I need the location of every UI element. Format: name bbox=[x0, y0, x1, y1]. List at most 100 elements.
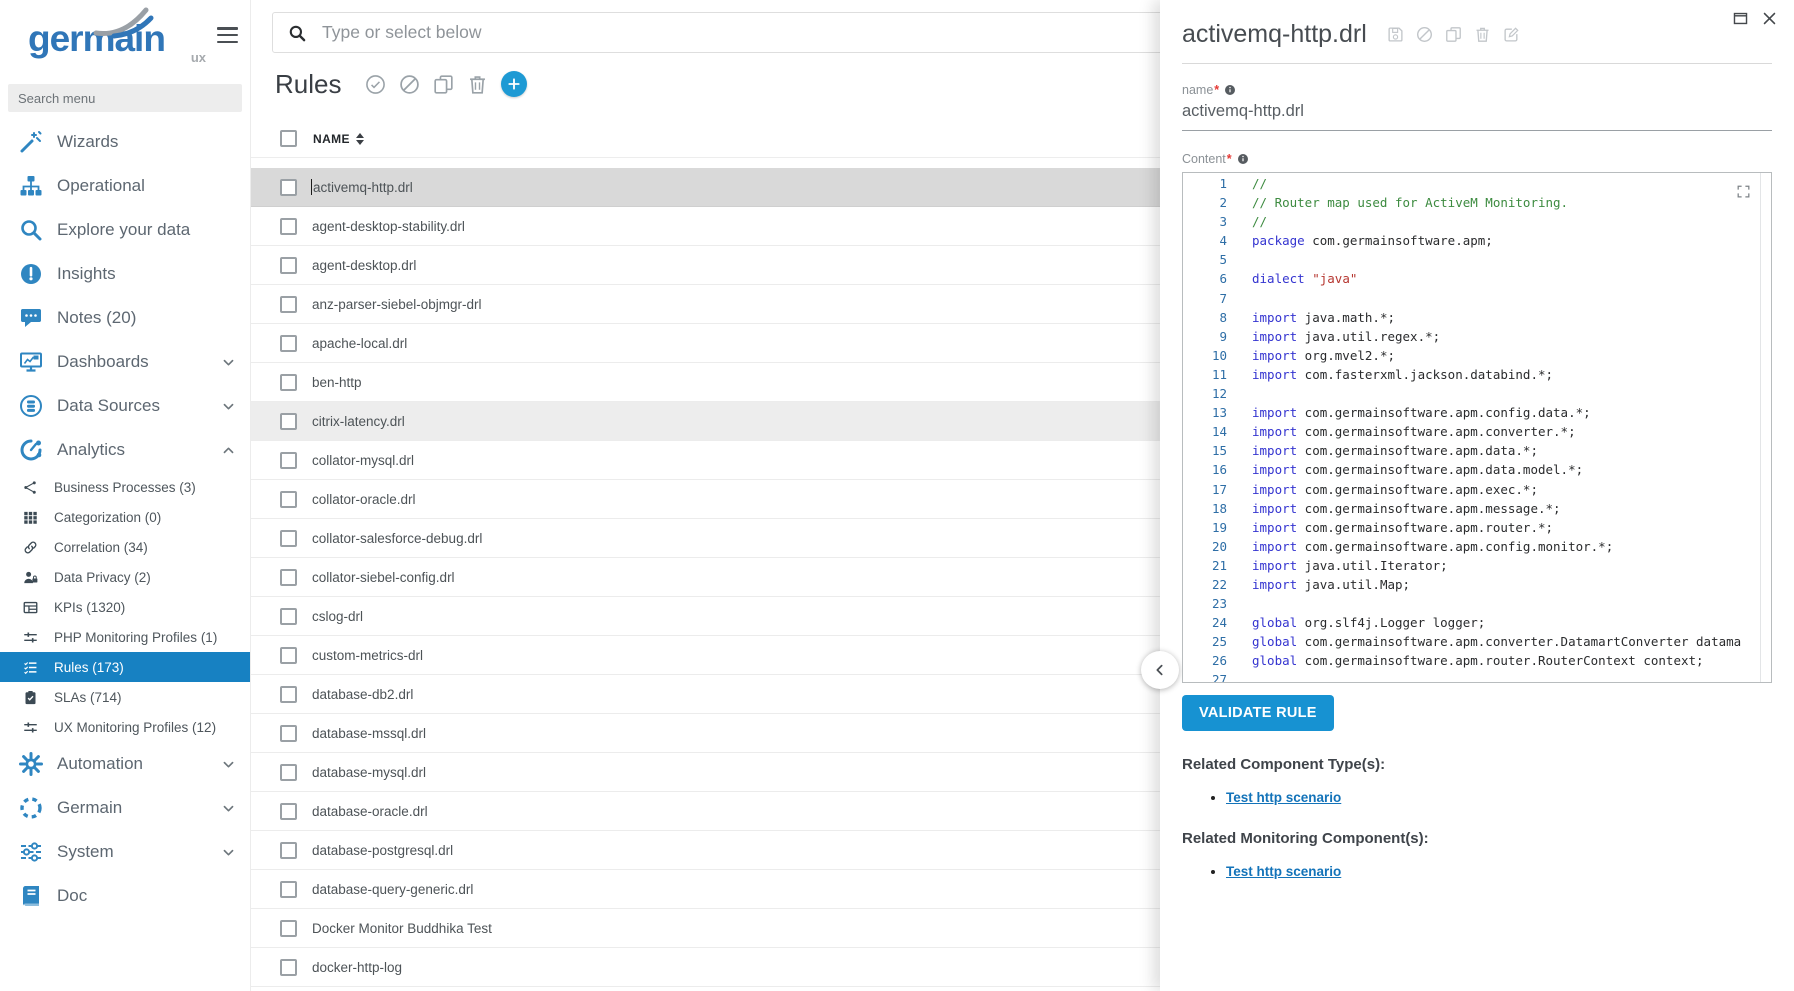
rules-toolbar: Rules bbox=[275, 66, 527, 102]
sidebar-item-categorization[interactable]: Categorization (0) bbox=[0, 502, 250, 532]
sidebar-item-php-monitoring-profiles[interactable]: PHP Monitoring Profiles (1) bbox=[0, 622, 250, 652]
close-panel-button[interactable] bbox=[1761, 10, 1778, 27]
rule-name: anz-parser-siebel-objmgr-drl bbox=[312, 297, 482, 312]
row-checkbox[interactable] bbox=[280, 491, 297, 508]
rule-name: database-postgresql.drl bbox=[312, 843, 453, 858]
sidebar-item-data-privacy[interactable]: Data Privacy (2) bbox=[0, 562, 250, 592]
row-checkbox[interactable] bbox=[280, 452, 297, 469]
sidebar-item-business-processes[interactable]: Business Processes (3) bbox=[0, 472, 250, 502]
rule-name: database-mssql.drl bbox=[312, 726, 426, 741]
sitemap-icon bbox=[18, 173, 44, 199]
row-checkbox[interactable] bbox=[280, 842, 297, 859]
sliders-icon bbox=[22, 629, 38, 645]
name-column-header[interactable]: NAME bbox=[313, 132, 350, 146]
row-checkbox[interactable] bbox=[280, 764, 297, 781]
sidebar-item-kpis[interactable]: KPIs (1320) bbox=[0, 592, 250, 622]
sidebar-item-slas[interactable]: SLAs (714) bbox=[0, 682, 250, 712]
maximize-panel-button[interactable] bbox=[1732, 10, 1749, 27]
save-button[interactable] bbox=[1387, 26, 1404, 43]
sidebar-item-insights[interactable]: Insights bbox=[0, 252, 250, 296]
disable-button[interactable] bbox=[399, 74, 420, 95]
sidebar-item-automation[interactable]: Automation bbox=[0, 742, 250, 786]
info-icon bbox=[1237, 153, 1249, 165]
rule-title: activemq-http.drl bbox=[1182, 18, 1367, 50]
row-checkbox[interactable] bbox=[280, 569, 297, 586]
rule-name: agent-desktop.drl bbox=[312, 258, 416, 273]
rules-search-input[interactable] bbox=[320, 21, 1024, 44]
disable-button[interactable] bbox=[1416, 26, 1433, 43]
duplicate-button[interactable] bbox=[1445, 26, 1462, 43]
related-component-types-heading: Related Component Type(s): bbox=[1182, 756, 1772, 773]
related-monitoring-link[interactable]: Test http scenario bbox=[1226, 864, 1341, 879]
check-circle-button[interactable] bbox=[365, 74, 386, 95]
rule-name: collator-oracle.drl bbox=[312, 492, 416, 507]
hamburger-menu-icon[interactable] bbox=[217, 27, 238, 47]
row-checkbox[interactable] bbox=[280, 296, 297, 313]
select-all-checkbox[interactable] bbox=[280, 130, 297, 147]
gear-icon bbox=[18, 751, 44, 777]
sidebar-item-correlation[interactable]: Correlation (34) bbox=[0, 532, 250, 562]
sidebar-item-rules[interactable]: Rules (173) bbox=[0, 652, 250, 682]
sidebar-nav: Wizards Operational Explore your data bbox=[0, 120, 250, 918]
collapse-panel-button[interactable] bbox=[1141, 651, 1179, 689]
row-checkbox[interactable] bbox=[280, 920, 297, 937]
rule-name: activemq-http.drl bbox=[313, 180, 413, 195]
row-checkbox[interactable] bbox=[280, 959, 297, 976]
delete-button[interactable] bbox=[467, 74, 488, 95]
sidebar-item-label: Data Sources bbox=[57, 396, 160, 416]
system-sliders-icon bbox=[18, 839, 44, 865]
row-checkbox[interactable] bbox=[280, 647, 297, 664]
rule-name: custom-metrics-drl bbox=[312, 648, 423, 663]
sidebar-item-label: PHP Monitoring Profiles (1) bbox=[54, 630, 217, 645]
sidebar-item-label: Dashboards bbox=[57, 352, 149, 372]
row-checkbox[interactable] bbox=[280, 530, 297, 547]
name-field-input[interactable]: activemq-http.drl bbox=[1182, 102, 1772, 131]
row-checkbox[interactable] bbox=[280, 257, 297, 274]
sidebar-item-ux-monitoring-profiles[interactable]: UX Monitoring Profiles (12) bbox=[0, 712, 250, 742]
editor-scrollbar[interactable] bbox=[1760, 173, 1761, 682]
sidebar-item-doc[interactable]: Doc bbox=[0, 874, 250, 918]
sidebar-item-operational[interactable]: Operational bbox=[0, 164, 250, 208]
add-rule-button[interactable] bbox=[501, 71, 527, 97]
sidebar-item-data-sources[interactable]: Data Sources bbox=[0, 384, 250, 428]
clipboard-check-icon bbox=[22, 689, 38, 705]
sidebar-item-wizards[interactable]: Wizards bbox=[0, 120, 250, 164]
fullscreen-editor-button[interactable] bbox=[1736, 184, 1751, 199]
sidebar-search-input[interactable] bbox=[8, 84, 242, 112]
delete-button[interactable] bbox=[1474, 26, 1491, 43]
row-checkbox[interactable] bbox=[280, 725, 297, 742]
related-component-link[interactable]: Test http scenario bbox=[1226, 790, 1341, 805]
row-checkbox[interactable] bbox=[280, 881, 297, 898]
rule-detail-panel: activemq-http.drl name* activemq-http.dr… bbox=[1160, 0, 1794, 991]
duplicate-button[interactable] bbox=[433, 74, 454, 95]
row-checkbox[interactable] bbox=[280, 218, 297, 235]
row-checkbox[interactable] bbox=[280, 335, 297, 352]
edit-button[interactable] bbox=[1503, 26, 1520, 43]
rule-name: citrix-latency.drl bbox=[312, 414, 405, 429]
code-editor[interactable]: 1//2// Router map used for ActiveM Monit… bbox=[1182, 172, 1772, 683]
row-checkbox[interactable] bbox=[280, 374, 297, 391]
sidebar-item-analytics[interactable]: Analytics bbox=[0, 428, 250, 472]
sidebar-item-label: Correlation (34) bbox=[54, 540, 148, 555]
sidebar-item-system[interactable]: System bbox=[0, 830, 250, 874]
germain-logo: germain ux bbox=[28, 4, 190, 74]
validate-rule-button[interactable]: VALIDATE RULE bbox=[1182, 695, 1334, 731]
sidebar-item-label: Data Privacy (2) bbox=[54, 570, 151, 585]
row-checkbox[interactable] bbox=[280, 413, 297, 430]
user-lock-icon bbox=[22, 569, 38, 585]
alert-circle-icon bbox=[18, 261, 44, 287]
code-lines: 1//2// Router map used for ActiveM Monit… bbox=[1183, 173, 1771, 683]
search-icon bbox=[18, 217, 44, 243]
sidebar-item-explore-your-data[interactable]: Explore your data bbox=[0, 208, 250, 252]
row-checkbox[interactable] bbox=[280, 803, 297, 820]
title-divider bbox=[1182, 63, 1772, 64]
list-item: Test http scenario bbox=[1226, 864, 1772, 879]
sidebar-item-label: Explore your data bbox=[57, 220, 190, 240]
row-checkbox[interactable] bbox=[280, 686, 297, 703]
rule-name: agent-desktop-stability.drl bbox=[312, 219, 465, 234]
sidebar-item-dashboards[interactable]: Dashboards bbox=[0, 340, 250, 384]
row-checkbox[interactable] bbox=[280, 179, 297, 196]
sidebar-item-notes[interactable]: Notes (20) bbox=[0, 296, 250, 340]
sidebar-item-germain[interactable]: Germain bbox=[0, 786, 250, 830]
row-checkbox[interactable] bbox=[280, 608, 297, 625]
